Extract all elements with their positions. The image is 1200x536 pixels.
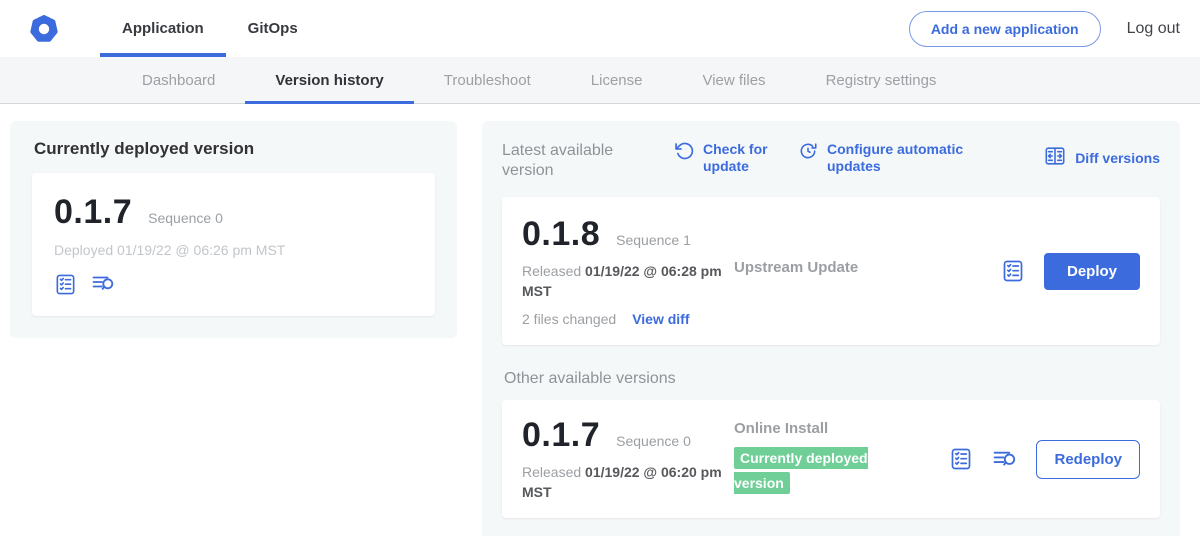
configure-updates-button[interactable]: Configure automatic updates (798, 141, 964, 175)
subnav-tab-troubleshoot[interactable]: Troubleshoot (414, 57, 561, 103)
diff-icon (1044, 145, 1066, 171)
tab-application[interactable]: Application (100, 0, 226, 57)
check-for-update-label: Check for update (703, 141, 774, 175)
currently-deployed-panel: Currently deployed version 0.1.7 Sequenc… (10, 121, 457, 338)
deployed-timestamp: Deployed 01/19/22 @ 06:26 pm MST (54, 242, 413, 258)
latest-sequence-label: Sequence 1 (616, 232, 691, 248)
main-content: Currently deployed version 0.1.7 Sequenc… (0, 104, 1200, 536)
tab-gitops[interactable]: GitOps (226, 0, 320, 57)
preflight-checks-icon[interactable] (1001, 259, 1025, 283)
deployed-sequence-label: Sequence 0 (148, 210, 223, 226)
subnav-tab-version-history[interactable]: Version history (245, 57, 413, 103)
released-label: Released (522, 464, 581, 480)
other-source-label: Online Install (734, 420, 916, 437)
other-versions-title: Other available versions (504, 370, 1160, 388)
subnav-tab-registry-settings[interactable]: Registry settings (796, 57, 967, 103)
top-nav-tabs: Application GitOps (100, 0, 320, 57)
deployed-version-card: 0.1.7 Sequence 0 Deployed 01/19/22 @ 06:… (32, 173, 435, 316)
files-changed-label: 2 files changed (522, 311, 616, 327)
app-logo-icon[interactable] (30, 15, 58, 43)
currently-deployed-badge: Currently deployed version (734, 447, 868, 494)
redeploy-button[interactable]: Redeploy (1036, 440, 1140, 479)
view-diff-link[interactable]: View diff (632, 311, 689, 327)
latest-available-title: Latest available version (502, 141, 634, 181)
check-for-update-button[interactable]: Check for update (674, 141, 774, 175)
view-logs-icon[interactable] (992, 447, 1017, 472)
other-sequence-label: Sequence 0 (616, 433, 691, 449)
currently-deployed-title: Currently deployed version (34, 139, 435, 159)
app-sub-nav: Dashboard Version history Troubleshoot L… (0, 57, 1200, 104)
deployed-version-number: 0.1.7 (54, 193, 132, 232)
available-versions-panel: Latest available version Check for updat… (482, 121, 1180, 536)
top-nav: Application GitOps Add a new application… (0, 0, 1200, 57)
add-application-button[interactable]: Add a new application (909, 11, 1101, 47)
top-nav-right: Add a new application Log out (909, 0, 1180, 57)
subnav-tab-license[interactable]: License (561, 57, 673, 103)
schedule-update-icon (798, 141, 818, 165)
preflight-checks-icon[interactable] (54, 273, 77, 296)
deploy-button[interactable]: Deploy (1044, 253, 1140, 290)
other-version-number: 0.1.7 (522, 416, 600, 455)
configure-updates-label: Configure automatic updates (827, 141, 964, 175)
other-version-card: 0.1.7 Sequence 0 Released 01/19/22 @ 06:… (502, 400, 1160, 518)
subnav-tab-dashboard[interactable]: Dashboard (112, 57, 245, 103)
latest-released-line: Released 01/19/22 @ 06:28 pm MST (522, 262, 722, 301)
available-header: Latest available version Check for updat… (502, 141, 1160, 181)
logout-link[interactable]: Log out (1127, 20, 1180, 38)
view-logs-icon[interactable] (91, 272, 115, 296)
latest-source-label: Upstream Update (734, 215, 916, 327)
latest-version-number: 0.1.8 (522, 215, 600, 254)
diff-versions-button[interactable]: Diff versions (1044, 145, 1160, 171)
latest-version-card: 0.1.8 Sequence 1 Released 01/19/22 @ 06:… (502, 197, 1160, 345)
preflight-checks-icon[interactable] (949, 447, 973, 471)
subnav-tab-view-files[interactable]: View files (672, 57, 795, 103)
other-released-line: Released 01/19/22 @ 06:20 pm MST (522, 463, 722, 502)
diff-versions-label: Diff versions (1075, 150, 1160, 167)
released-label: Released (522, 263, 581, 279)
refresh-icon (674, 141, 694, 165)
